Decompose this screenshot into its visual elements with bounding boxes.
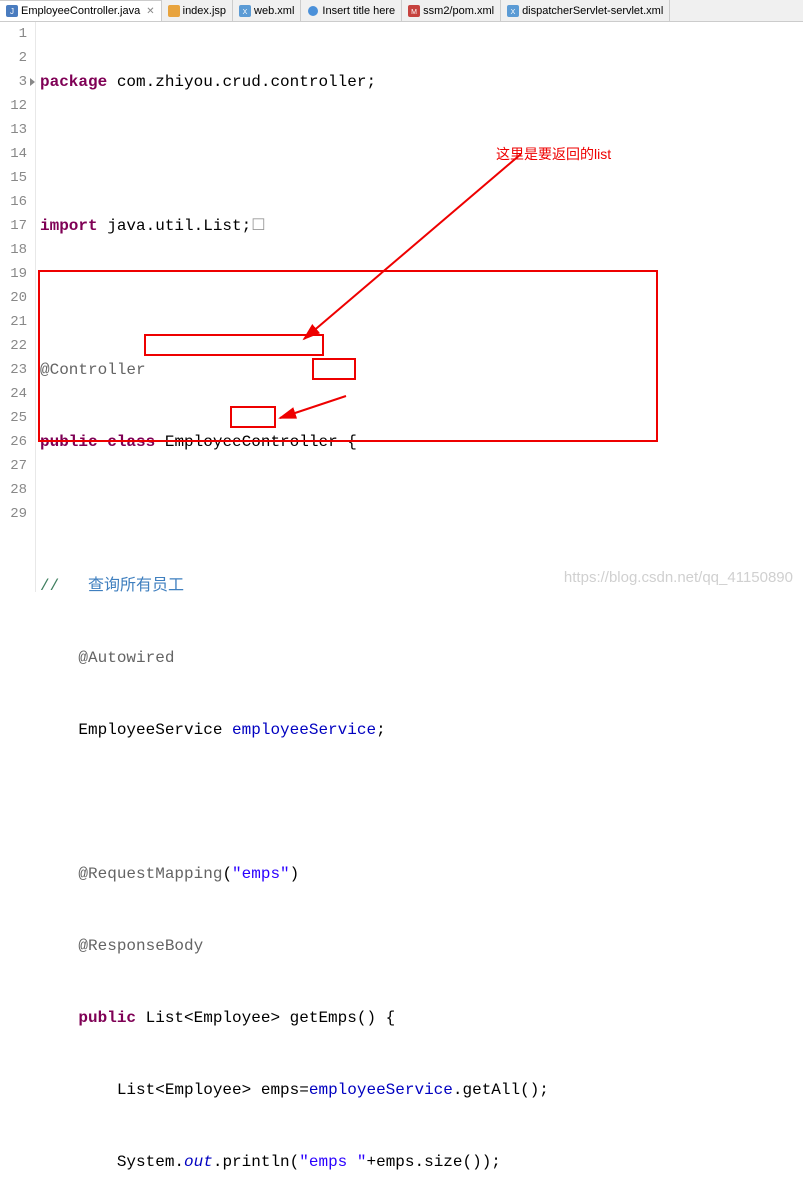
tab-pom-xml[interactable]: M ssm2/pom.xml <box>402 0 501 21</box>
arrow-to-annotation <box>296 144 526 344</box>
tab-label: EmployeeController.java <box>21 5 140 17</box>
tab-dispatcher-xml[interactable]: X dispatcherServlet-servlet.xml <box>501 0 670 21</box>
code-area[interactable]: package com.zhiyou.crud.controller; impo… <box>36 22 803 592</box>
tab-label: Insert title here <box>322 5 395 17</box>
tab-label: dispatcherServlet-servlet.xml <box>522 5 663 17</box>
editor-tabs: J EmployeeController.java ✕ index.jsp X … <box>0 0 803 22</box>
arrow-to-emps <box>266 392 356 422</box>
tab-index-jsp[interactable]: index.jsp <box>162 0 233 21</box>
code-editor[interactable]: 1 2 3 12 13 14 15 16 17 18 19 20 21 22 2… <box>0 22 803 592</box>
tab-insert-title[interactable]: Insert title here <box>301 0 402 21</box>
java-icon: J <box>6 5 18 17</box>
annotation-box-return-type <box>144 334 324 356</box>
close-icon[interactable]: ✕ <box>146 6 154 17</box>
watermark: https://blog.csdn.net/qq_41150890 <box>564 569 793 586</box>
svg-text:X: X <box>511 9 516 16</box>
svg-text:X: X <box>243 9 248 16</box>
svg-text:J: J <box>10 7 14 16</box>
line-gutter: 1 2 3 12 13 14 15 16 17 18 19 20 21 22 2… <box>0 22 36 592</box>
annotation-label: 这里是要返回的list <box>496 142 611 166</box>
xml-icon: X <box>507 5 519 17</box>
svg-text:M: M <box>411 9 417 16</box>
web-icon <box>307 5 319 17</box>
tab-label: web.xml <box>254 5 294 17</box>
maven-icon: M <box>408 5 420 17</box>
tab-web-xml[interactable]: X web.xml <box>233 0 301 21</box>
tab-employee-controller[interactable]: J EmployeeController.java ✕ <box>0 0 162 21</box>
jsp-icon <box>168 5 180 17</box>
tab-label: ssm2/pom.xml <box>423 5 494 17</box>
xml-icon: X <box>239 5 251 17</box>
annotation-box-emps-return <box>230 406 276 428</box>
tab-label: index.jsp <box>183 5 226 17</box>
